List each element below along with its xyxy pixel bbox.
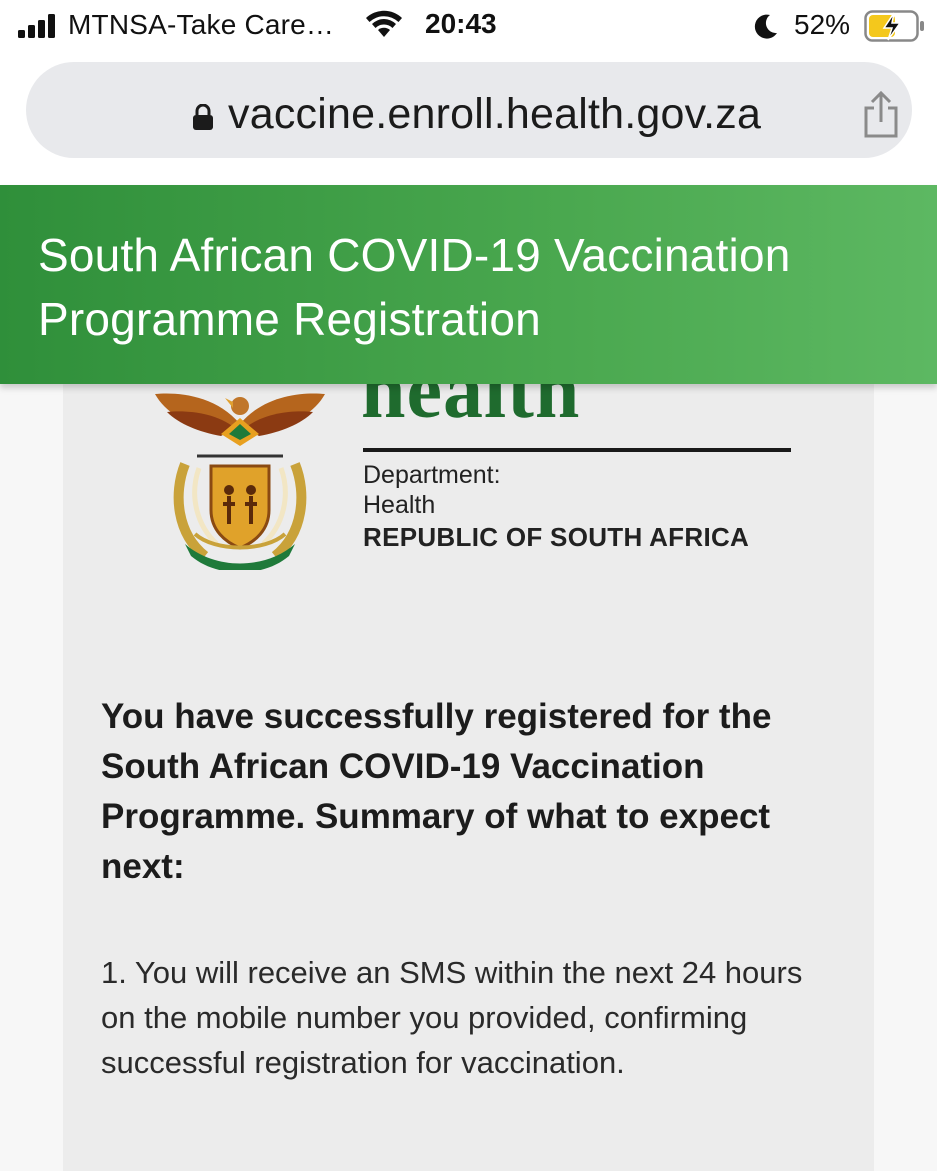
lock-icon	[193, 104, 213, 130]
site-header: South African COVID-19 Vaccination Progr…	[0, 185, 937, 384]
department-name: Health	[363, 491, 436, 519]
clock-time: 20:43	[425, 8, 497, 39]
page-title: South African COVID-19 Vaccination Progr…	[38, 229, 791, 345]
next-step-1: 1. You will receive an SMS within the ne…	[101, 955, 803, 1080]
page: MTNSA-Take Care… 20:43 52% vaccine.enrol…	[0, 0, 937, 1171]
coat-of-arms-icon	[155, 393, 325, 570]
country-name: REPUBLIC OF SOUTH AFRICA	[363, 522, 750, 552]
moon-icon	[754, 14, 777, 39]
battery-percentage: 52%	[794, 9, 851, 40]
carrier-name: MTNSA-Take Care…	[68, 9, 335, 40]
url-text: vaccine.enroll.health.gov.za	[228, 90, 762, 138]
address-bar[interactable]: vaccine.enroll.health.gov.za	[26, 62, 912, 158]
status-bar: MTNSA-Take Care… 20:43 52%	[0, 0, 937, 52]
department-label: Department:	[363, 461, 501, 489]
success-heading: You have successfully registered for the…	[101, 697, 772, 886]
browser-address-area: vaccine.enroll.health.gov.za	[0, 52, 937, 185]
signal-icon	[18, 14, 55, 38]
content-card: health Department: Health REPUBLIC OF SO…	[63, 347, 874, 1171]
battery-charging-icon	[864, 10, 924, 42]
share-icon[interactable]	[860, 90, 902, 140]
wifi-icon	[366, 10, 402, 37]
logo-divider	[363, 448, 791, 452]
